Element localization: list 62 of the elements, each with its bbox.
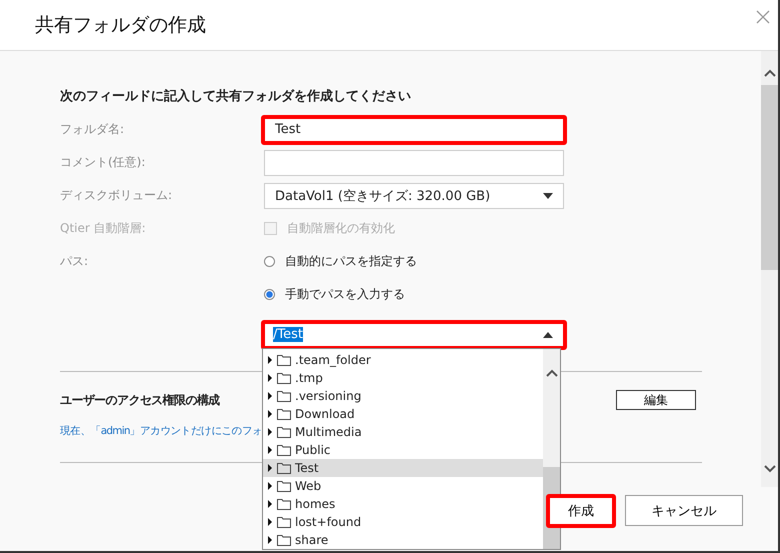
scroll-up-icon[interactable] — [764, 69, 776, 77]
folder-item[interactable]: Web — [263, 476, 543, 494]
expand-arrow-icon — [268, 392, 272, 400]
radio-button[interactable] — [264, 256, 275, 267]
expand-arrow-icon — [268, 410, 272, 418]
folder-icon — [277, 515, 291, 528]
create-button[interactable]: 作成 — [546, 494, 616, 528]
section-heading: 次のフィールドに記入して共有フォルダを作成してください — [60, 88, 412, 106]
folder-item[interactable]: .tmp — [263, 368, 543, 386]
edit-button[interactable]: 編集 — [616, 390, 696, 410]
folder-item[interactable]: .versioning — [263, 386, 543, 404]
folder-icon — [277, 425, 291, 438]
field-label: フォルダ名: — [59, 121, 126, 138]
folder-icon — [277, 533, 291, 546]
scroll-up-icon — [546, 368, 558, 376]
field-label: Qtier 自動階層: — [59, 220, 147, 237]
folder-icon — [277, 371, 291, 384]
folder-item[interactable]: share — [263, 530, 543, 548]
access-note: 現在、「admin」アカウントだけにこのフォ — [60, 424, 262, 439]
expand-arrow-icon — [268, 428, 272, 436]
folder-icon — [277, 353, 291, 366]
scrollbar-thumb[interactable] — [761, 85, 778, 270]
expand-arrow-icon — [268, 536, 272, 544]
field-label: ディスクボリューム: — [59, 187, 174, 204]
text-field[interactable]: Test — [261, 114, 567, 144]
radio-button[interactable] — [264, 289, 275, 300]
collapse-arrow-icon — [543, 332, 553, 338]
folder-item[interactable]: .team_folder — [263, 350, 543, 368]
expand-arrow-icon — [268, 446, 272, 454]
expand-arrow-icon — [268, 464, 272, 472]
folder-item[interactable]: lost+found — [263, 512, 543, 530]
expand-arrow-icon — [268, 374, 272, 382]
expand-arrow-icon — [268, 500, 272, 508]
scrollbar[interactable] — [761, 51, 778, 487]
checkbox-label: 自動階層化の有効化 — [287, 220, 395, 237]
expand-arrow-icon — [268, 482, 272, 490]
folder-icon — [277, 443, 291, 456]
radio-label: 手動でパスを入力する — [285, 286, 405, 303]
field-label: コメント(任意): — [59, 154, 146, 171]
section-heading: ユーザーのアクセス権限の構成 — [60, 392, 220, 408]
cancel-button[interactable]: キャンセル — [625, 495, 743, 526]
radio-label: 自動的にパスを指定する — [285, 253, 417, 270]
folder-icon — [277, 479, 291, 492]
field-label: パス: — [59, 253, 90, 270]
folder-item[interactable]: Multimedia — [263, 422, 543, 440]
volume-dropdown[interactable]: DataVol1 (空きサイズ: 320.00 GB) — [264, 182, 564, 208]
folder-icon — [277, 461, 291, 474]
folder-item[interactable]: Download — [263, 404, 543, 422]
text-field[interactable] — [264, 150, 564, 176]
folder-icon — [277, 407, 291, 420]
scroll-down-icon[interactable] — [764, 465, 776, 473]
folder-icon — [277, 497, 291, 510]
folder-icon — [277, 389, 291, 402]
folder-item[interactable]: homes — [263, 494, 543, 512]
expand-arrow-icon — [268, 518, 272, 526]
close-icon[interactable] — [756, 10, 770, 24]
folder-item[interactable]: Test — [263, 458, 543, 476]
dropdown-arrow-icon — [543, 192, 553, 198]
folder-item[interactable]: Public — [263, 440, 543, 458]
path-field[interactable]: /Test — [261, 320, 567, 350]
dialog-title: 共有フォルダの作成 — [35, 13, 206, 38]
expand-arrow-icon — [268, 356, 272, 364]
